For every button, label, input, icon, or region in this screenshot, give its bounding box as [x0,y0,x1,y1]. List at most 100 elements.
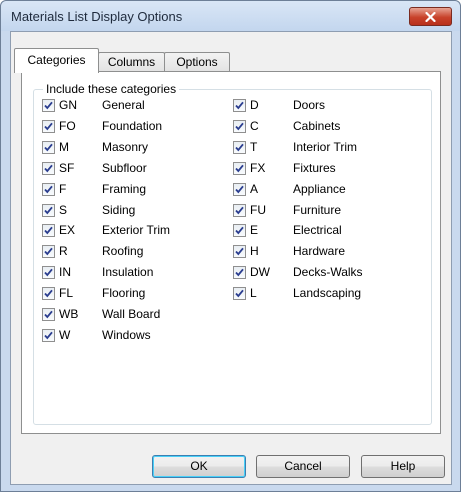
category-code: T [250,140,258,154]
ok-button[interactable]: OK [152,455,246,478]
category-code: F [59,182,67,196]
category-name: Landscaping [293,286,362,300]
category-code: FX [250,161,266,175]
cancel-button[interactable]: Cancel [256,455,350,478]
help-button-label: Help [390,459,416,473]
category-checkbox[interactable] [233,99,246,112]
tab-options[interactable]: Options [164,52,230,72]
category-code: GN [59,98,77,112]
category-checkbox[interactable] [233,266,246,279]
checkmark-icon [44,101,53,110]
category-item-wb[interactable]: WB Wall Board [42,307,212,323]
category-checkbox[interactable] [233,120,246,133]
category-name: Siding [102,203,136,217]
category-checkbox[interactable] [42,141,55,154]
category-code: D [250,98,259,112]
checkmark-icon [235,247,244,256]
category-checkbox[interactable] [233,287,246,300]
category-item-gn[interactable]: GN General [42,98,212,114]
category-checkbox[interactable] [42,162,55,175]
category-code: S [59,203,68,217]
category-item-fx[interactable]: FX Fixtures [233,161,403,177]
checkmark-icon [235,122,244,131]
category-checkbox[interactable] [42,204,55,217]
category-name: Interior Trim [293,140,358,154]
category-item-dw[interactable]: DW Decks-Walks [233,265,403,281]
checkmark-icon [44,122,53,131]
category-item-in[interactable]: IN Insulation [42,265,212,281]
title-bar[interactable]: Materials List Display Options [1,1,460,31]
category-checkbox[interactable] [233,183,246,196]
checkmark-icon [235,206,244,215]
category-item-r[interactable]: R Roofing [42,244,212,260]
category-item-ex[interactable]: EX Exterior Trim [42,223,212,239]
category-checkbox[interactable] [42,329,55,342]
category-name: General [102,98,145,112]
window-title: Materials List Display Options [11,9,183,24]
category-item-h[interactable]: H Hardware [233,244,403,260]
checkmark-icon [44,226,53,235]
category-item-e[interactable]: E Electrical [233,223,403,239]
category-item-fl[interactable]: FL Flooring [42,286,212,302]
category-item-a[interactable]: A Appliance [233,182,403,198]
include-categories-group: Include these categories GN General FO Foun… [33,82,432,425]
category-code: R [59,244,68,258]
tab-label: Categories [27,53,86,67]
category-checkbox[interactable] [233,162,246,175]
category-item-f[interactable]: F Framing [42,182,212,198]
category-code: L [250,286,257,300]
category-checkbox[interactable] [42,99,55,112]
category-name: Flooring [102,286,146,300]
category-checkbox[interactable] [233,204,246,217]
category-item-fu[interactable]: FU Furniture [233,203,403,219]
category-checkbox[interactable] [233,141,246,154]
category-code: FL [59,286,74,300]
tab-categories[interactable]: Categories [14,48,99,73]
category-code: C [250,119,259,133]
checkmark-icon [44,143,53,152]
close-button[interactable] [409,7,452,26]
category-checkbox[interactable] [233,224,246,237]
category-code: E [250,223,259,237]
category-item-m[interactable]: M Masonry [42,140,212,156]
checkmark-icon [44,185,53,194]
group-label: Include these categories [43,82,180,96]
checkmark-icon [235,268,244,277]
category-checkbox[interactable] [42,308,55,321]
category-checkbox[interactable] [42,120,55,133]
category-item-sf[interactable]: SF Subfloor [42,161,212,177]
category-checkbox[interactable] [42,183,55,196]
checkmark-icon [44,268,53,277]
checkmark-icon [235,101,244,110]
category-item-t[interactable]: T Interior Trim [233,140,403,156]
category-item-w[interactable]: W Windows [42,328,212,344]
checkmark-icon [235,289,244,298]
category-name: Foundation [102,119,163,133]
category-code: M [59,140,69,154]
checkmark-icon [235,164,244,173]
category-name: Roofing [102,244,144,258]
help-button[interactable]: Help [361,455,445,478]
category-name: Windows [102,328,151,342]
category-checkbox[interactable] [42,287,55,300]
category-checkbox[interactable] [233,245,246,258]
category-name: Subfloor [102,161,147,175]
category-code: A [250,182,259,196]
category-item-c[interactable]: C Cabinets [233,119,403,135]
tab-columns[interactable]: Columns [98,52,165,72]
category-code: EX [59,223,76,237]
category-name: Exterior Trim [102,223,171,237]
category-checkbox[interactable] [42,224,55,237]
category-checkbox[interactable] [42,245,55,258]
category-checkbox[interactable] [42,266,55,279]
checkmark-icon [235,143,244,152]
category-item-d[interactable]: D Doors [233,98,403,114]
category-name: Masonry [102,140,149,154]
category-code: W [59,328,71,342]
cancel-button-label: Cancel [284,459,322,473]
category-item-s[interactable]: S Siding [42,203,212,219]
category-name: Cabinets [293,119,341,133]
category-item-fo[interactable]: FO Foundation [42,119,212,135]
checkmark-icon [44,164,53,173]
category-item-l[interactable]: L Landscaping [233,286,403,302]
